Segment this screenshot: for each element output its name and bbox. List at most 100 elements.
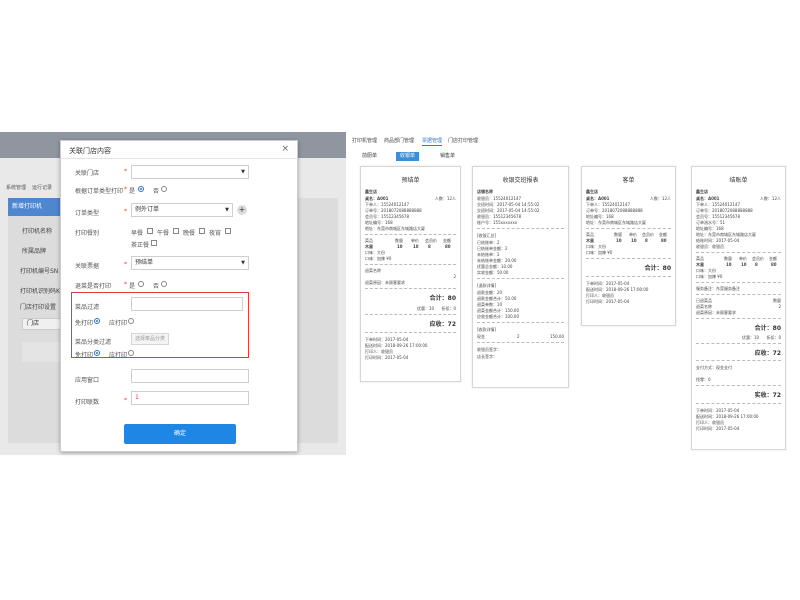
required-mark: * xyxy=(124,208,127,215)
checkout-receipt: 结账单 鑫生店 桌名：A001 人数：12人 下单人：15524012147 订… xyxy=(691,166,786,450)
return-yes-radio[interactable] xyxy=(138,281,144,287)
subtab-sales[interactable]: 销售单 xyxy=(440,152,455,161)
total-value: 80 xyxy=(447,295,456,302)
service-note: 服务备注：东莞服务备注 xyxy=(696,286,740,291)
meal-checkbox[interactable] xyxy=(151,240,157,246)
item-cell: 80 xyxy=(661,238,667,243)
item-note: 口味：加辣 ¥0 xyxy=(696,274,723,279)
receipt-title: 收银交班报表 xyxy=(502,177,539,184)
required-mark: * xyxy=(124,281,127,288)
dish-print-radio[interactable] xyxy=(128,318,134,324)
receipt-people: 人数：12人 xyxy=(649,196,671,201)
tab-dept-manage[interactable]: 商品部门管理 xyxy=(384,137,414,144)
divider xyxy=(365,332,456,333)
total-amount: 合计：80 xyxy=(430,293,456,302)
required-mark: * xyxy=(124,186,127,193)
subtab-cashier[interactable]: 收银单 xyxy=(396,152,420,161)
item-cell: 10 xyxy=(397,244,403,249)
item-cell: 80 xyxy=(445,244,451,249)
tab-ticket-manage[interactable]: 票据管理 xyxy=(422,137,443,146)
by-order-no-radio[interactable] xyxy=(161,186,167,192)
divider xyxy=(477,278,564,279)
total-value: 80 xyxy=(772,325,781,332)
meal-label: 早餐 xyxy=(131,230,144,237)
order-type-value: 例外订单 xyxy=(135,206,160,213)
meal-checkbox[interactable] xyxy=(199,228,205,234)
return-note: 退菜原因：未顾客要求 xyxy=(696,310,736,315)
receivable-amount: 应收：72 xyxy=(755,348,781,357)
link-store-dialog: 关联门店内容 × 关联门店 * ▼ 根据订单类型打印 * 是 否 订单类型 * … xyxy=(60,140,298,452)
subtab-kitchen[interactable]: 前厨单 xyxy=(362,152,377,161)
item-note: 口味：加辣 ¥0 xyxy=(586,250,613,255)
meal-checkbox[interactable] xyxy=(147,228,153,234)
section-title: [收银汇总] xyxy=(477,233,497,238)
confirm-button[interactable]: 确定 xyxy=(124,424,236,444)
return-name: 退菜名称 xyxy=(365,268,381,273)
paid-value: 72 xyxy=(772,392,781,399)
return-no-radio[interactable] xyxy=(161,281,167,287)
receipt-line: 实收金额：50.00 xyxy=(477,270,509,275)
meal-checkbox[interactable] xyxy=(173,228,179,234)
port-input[interactable] xyxy=(131,369,249,383)
page-nav: 系统管理 运行记录 xyxy=(0,184,52,191)
field-label: 门店打印设置 xyxy=(20,304,57,311)
radio-label: 是 xyxy=(129,188,136,195)
receivable-label: 应收： xyxy=(429,321,448,328)
category-print-radio[interactable] xyxy=(128,350,134,356)
nav-item[interactable]: 运行记录 xyxy=(32,185,52,191)
payment-cell: 现金 xyxy=(477,334,485,339)
dialog-title: 关联门店内容 xyxy=(69,147,111,155)
select-category-button[interactable]: 选择菜品分类 xyxy=(131,333,170,345)
receipt-line: 收银员：收银员 xyxy=(696,244,724,249)
payment-cell: 2 xyxy=(517,334,520,339)
add-icon[interactable]: + xyxy=(237,205,247,215)
by-order-yes-radio[interactable] xyxy=(138,186,144,192)
item-note: 口味：加辣 ¥0 xyxy=(365,256,392,261)
field-label: 所属品牌 xyxy=(22,248,47,255)
category-free-radio[interactable] xyxy=(94,350,100,356)
receipt-line: 应收金额合计：100.00 xyxy=(477,314,519,319)
nav-item[interactable]: 系统管理 xyxy=(6,185,26,191)
section-title: [收款详情] xyxy=(477,327,497,332)
dish-free-radio[interactable] xyxy=(94,318,100,324)
copies-label: 打印联数 xyxy=(75,399,100,406)
section-title: [退款详情] xyxy=(477,283,497,288)
divider xyxy=(696,343,781,344)
receipt-line: 账户号：155xxxxxxx xyxy=(477,220,518,225)
dish-filter-input[interactable] xyxy=(131,297,243,311)
footer-line: 打印时间：2017-05-04 xyxy=(586,299,630,304)
receipt-title: 客单 xyxy=(622,177,635,184)
meal-checkbox[interactable] xyxy=(225,228,231,234)
chevron-down-icon: ▼ xyxy=(241,169,245,175)
tab-printer-manage[interactable]: 打印机管理 xyxy=(352,137,377,144)
col-header: 会员价 xyxy=(752,256,764,261)
discount: 优惠：10 xyxy=(417,306,435,311)
receivable-label: 应收： xyxy=(754,350,773,357)
divider xyxy=(696,252,781,253)
ticket-select[interactable]: 预结单 ▼ xyxy=(131,256,249,270)
dialog-header: 关联门店内容 × xyxy=(61,141,297,159)
store-select[interactable]: ▼ xyxy=(131,165,249,179)
field-label: 打印机编号SN xyxy=(20,268,59,275)
pre-settle-receipt: 预结单 鑫生店 桌名：A001 人数：12人 下单人：15524012147 订… xyxy=(360,166,461,382)
table-cell: 门店 xyxy=(22,318,62,330)
order-type-select[interactable]: 例外订单 ▼ xyxy=(131,203,233,217)
divider xyxy=(586,228,671,229)
close-icon[interactable]: × xyxy=(281,144,289,154)
receipt-shop: 鑫生店 xyxy=(696,189,708,194)
receivable-amount: 应收：72 xyxy=(430,319,456,328)
total-amount: 合计：80 xyxy=(755,323,781,332)
divider xyxy=(586,258,671,259)
meal-label: 茶正餐 xyxy=(131,242,150,249)
tab-store-print[interactable]: 门店打印管理 xyxy=(448,137,478,144)
total-label: 合计： xyxy=(429,295,448,302)
receipt-people: 人数：12人 xyxy=(434,196,456,201)
copies-input[interactable]: 1 xyxy=(131,391,249,405)
shift-report-receipt: 收银交班报表 店铺名称 收银员：15524012147 交班时间：2017-05… xyxy=(472,166,569,388)
radio-label: 免打印 xyxy=(75,352,94,359)
chevron-down-icon: ▼ xyxy=(225,207,229,213)
table-row xyxy=(22,342,62,362)
item-cell: 10 xyxy=(631,238,637,243)
main-tabs: 打印机管理 商品部门管理 票据管理 门店打印管理 xyxy=(350,132,800,146)
paid-label: 实收： xyxy=(754,392,773,399)
